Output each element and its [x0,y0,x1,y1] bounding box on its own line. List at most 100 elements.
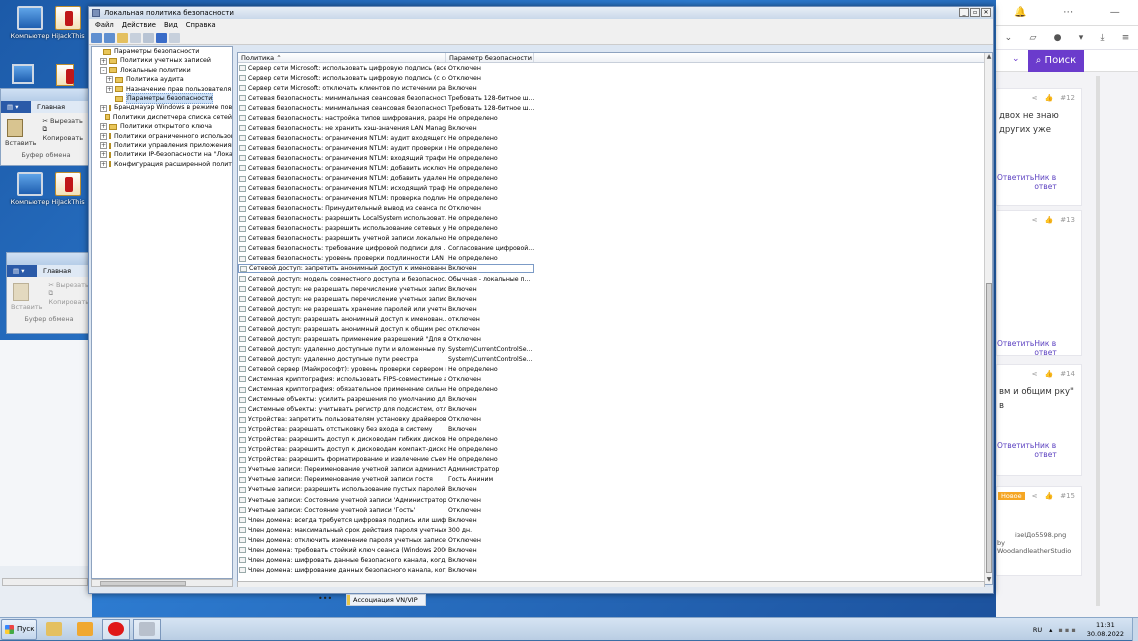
close-button[interactable]: ✕ [981,8,991,17]
menu-icon[interactable]: ≡ [1122,33,1130,43]
policy-row[interactable]: Член домена: требовать стойкий ключ сеан… [238,545,992,555]
policy-row[interactable]: Сетевая безопасность: разрешить LocalSys… [238,214,992,224]
tree-node[interactable]: Параметры безопасности [92,47,232,56]
policy-row[interactable]: Учетные записи: разрешить использование … [238,485,992,495]
association-label[interactable]: Ассоциация VN/VIP [346,594,426,606]
cut-button[interactable]: ✂ Вырезать [48,281,89,289]
policy-row[interactable]: Учетные записи: Переименование учетной з… [238,475,992,485]
expand-icon[interactable]: + [106,76,113,84]
tab-home[interactable]: Главная [37,267,77,275]
policy-row[interactable]: Учетные записи: Состояние учетной записи… [238,495,992,505]
menu-dots-icon[interactable]: ⋯ [1063,7,1073,18]
column-header-policy[interactable]: Политика ⌃ [238,53,446,62]
nick-reply-link[interactable]: Ник в ответ [1034,173,1075,191]
language-indicator[interactable]: RU [1029,626,1046,634]
policy-row[interactable]: Устройства: разрешить форматирование и и… [238,455,992,465]
taskbar-opera[interactable] [102,618,130,640]
policy-row[interactable]: Системные объекты: учитывать регистр для… [238,405,992,415]
tree-node[interactable]: + Конфигурация расширенной политики [92,160,232,169]
tray-icons[interactable]: ▪ ▪ ▪ [1055,626,1078,634]
taskbar-security-policy[interactable] [133,618,161,640]
policy-row[interactable]: Сетевая безопасность: ограничения NTLM: … [238,184,992,194]
policy-row[interactable]: Член домена: шифровать данные безопасног… [238,555,992,565]
dropdown-icon[interactable]: ▾ [1079,33,1084,43]
tree-node[interactable]: + Политики управления приложениями [92,141,232,150]
policy-row[interactable]: Сетевой сервер (Майкрософт): уровень про… [238,364,992,374]
up-folder-icon[interactable] [117,32,128,43]
policy-row[interactable]: Системная криптография: использовать FIP… [238,374,992,384]
show-hide-tree-icon[interactable] [130,32,141,43]
policy-row[interactable]: Системные объекты: усилить разрешения по… [238,395,992,405]
minimize-button[interactable]: _ [959,8,969,17]
paste-button[interactable]: Вставить [5,139,36,147]
policy-row[interactable]: Устройства: разрешить доступ к дисковода… [238,445,992,455]
bookmark-icon[interactable]: ▱ [1029,33,1036,43]
title-bar[interactable]: Локальная политика безопасности _ ▫ ✕ [89,7,993,19]
policy-row[interactable]: Сетевая безопасность: ограничения NTLM: … [238,194,992,204]
expand-icon[interactable]: + [100,151,107,159]
tree-node[interactable]: Параметры безопасности [92,92,232,105]
policy-row[interactable]: Сетевая безопасность: ограничения NTLM: … [238,174,992,184]
policy-row[interactable]: Сетевая безопасность: уровень проверки п… [238,254,992,264]
policy-row[interactable]: Сетевой доступ: разрешать анонимный дост… [238,324,992,334]
bell-icon[interactable]: 🔔 [1014,7,1026,18]
tree-node[interactable]: - Локальные политики [92,66,232,75]
reply-link[interactable]: Ответить [997,441,1034,459]
minimize-icon[interactable]: — [1110,7,1120,18]
policy-row[interactable]: Сервер сети Microsoft: отключать клиенто… [238,83,992,93]
tab-home[interactable]: Главная [31,103,71,111]
thumbs-up-icon[interactable]: 👍 [1045,94,1054,102]
policy-row[interactable]: Сетевой доступ: запретить анонимный дост… [238,264,992,274]
menu-file[interactable]: Файл [91,21,118,29]
properties-icon[interactable] [169,32,180,43]
expand-icon[interactable]: + [100,104,107,112]
policy-row[interactable]: Устройства: разрешить доступ к дисковода… [238,435,992,445]
policy-row[interactable]: Учетные записи: Переименование учетной з… [238,465,992,475]
tree-node[interactable]: + Политики открытого ключа [92,122,232,131]
menu-action[interactable]: Действие [118,21,160,29]
nick-reply-link[interactable]: Ник в ответ [1034,441,1075,459]
search-button[interactable]: ⌕ Поиск [1028,50,1084,72]
policy-row[interactable]: Сетевой доступ: удаленно доступные пути … [238,354,992,364]
thumbs-up-icon[interactable]: 👍 [1045,492,1054,500]
tree-horizontal-scrollbar[interactable] [91,579,233,587]
expand-icon[interactable]: + [100,160,107,168]
tray-arrow-icon[interactable]: ▴ [1046,626,1055,634]
tree-node[interactable]: + Брандмауэр Windows в режиме повыш [92,103,232,112]
chevron-down-icon[interactable]: ⌄ [1012,54,1020,64]
policy-row[interactable]: Сетевой доступ: модель совместного досту… [238,274,992,284]
policy-row[interactable]: Сервер сети Microsoft: использовать цифр… [238,73,992,83]
expand-icon[interactable]: + [100,57,107,65]
policy-row[interactable]: Сетевая безопасность: минимальная сеансо… [238,93,992,103]
policy-row[interactable]: Сетевая безопасность: минимальная сеансо… [238,103,992,113]
policy-row[interactable]: Сетевая безопасность: разрешить использо… [238,224,992,234]
tree-node[interactable]: + Политики IP-безопасности на "Локальн [92,150,232,159]
policy-row[interactable]: Сетевая безопасность: настройка типов ши… [238,113,992,123]
hijackthis-desktop-icon[interactable]: HiJackThis [42,6,94,40]
chevron-down-icon[interactable]: ⌄ [1005,33,1013,43]
file-menu-tab[interactable]: ▤ ▾ [1,101,31,113]
policy-row[interactable]: Учетные записи: Состояние учетной записи… [238,505,992,515]
policy-row[interactable]: Сетевая безопасность: ограничения NTLM: … [238,143,992,153]
nick-reply-link[interactable]: Ник в ответ [1034,339,1075,357]
taskbar-media-player[interactable] [71,619,99,640]
horizontal-scrollbar[interactable] [2,578,88,586]
export-list-icon[interactable] [143,32,154,43]
hijackthis-desktop-icon-2[interactable]: HiJackThis [42,172,94,206]
back-icon[interactable] [91,32,102,43]
reply-link[interactable]: Ответить [997,339,1034,357]
policy-row[interactable]: Системная криптография: обязательное при… [238,385,992,395]
list-vertical-scrollbar[interactable]: ▲ ▼ [984,53,992,584]
policy-row[interactable]: Сетевой доступ: не разрешать перечислени… [238,294,992,304]
expand-icon[interactable]: + [100,142,107,150]
policy-row[interactable]: Сетевой доступ: не разрешать хранение па… [238,304,992,314]
help-icon[interactable] [156,32,167,43]
copy-button[interactable]: ⧉ Копировать [42,125,87,142]
policy-row[interactable]: Сервер сети Microsoft: использовать цифр… [238,63,992,73]
taskbar-explorer[interactable] [40,619,68,640]
collapse-icon[interactable]: - [100,66,107,74]
policy-row[interactable]: Сетевая безопасность: требование цифрово… [238,244,992,254]
policy-row[interactable]: Член домена: всегда требуется цифровая п… [238,515,992,525]
share-icon[interactable]: ⋖ [1032,94,1038,102]
thumbs-up-icon[interactable]: 👍 [1045,370,1054,378]
